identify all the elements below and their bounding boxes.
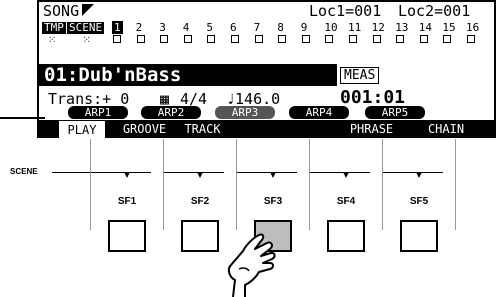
- track-indicator: [349, 35, 357, 43]
- scene-connector: [237, 172, 297, 173]
- tab-groove[interactable]: GROOVE: [116, 120, 173, 138]
- meas-label: MEAS: [340, 67, 380, 84]
- loc1-readout: Loc1=001: [309, 2, 382, 20]
- panel-divider: [455, 139, 456, 230]
- track-number: 12: [371, 21, 385, 34]
- track-indicator: [372, 35, 381, 43]
- scene-label: SCENE: [10, 167, 38, 176]
- track-indicator: [207, 35, 216, 43]
- arp-button[interactable]: ARP5: [365, 106, 425, 119]
- scene-connector: [383, 172, 443, 173]
- track-indicator: [396, 35, 405, 43]
- scene-connector: [310, 172, 370, 173]
- track-number: 4: [182, 21, 190, 34]
- track-indicator: [278, 35, 287, 43]
- panel-divider: [382, 139, 383, 230]
- scene-arrow-icon: [416, 172, 422, 178]
- track-number: 8: [277, 21, 284, 34]
- sf-label: SF1: [117, 196, 137, 207]
- track-indicator: [254, 35, 263, 43]
- panel-divider: [90, 139, 91, 230]
- scene-connector: [91, 172, 151, 173]
- pointing-hand-icon: [227, 233, 276, 297]
- arp-button[interactable]: ARP4: [289, 106, 349, 119]
- track-number: 11: [348, 21, 362, 34]
- song-name[interactable]: 01:Dub'nBass: [44, 64, 181, 86]
- sf-button-sf4[interactable]: [327, 220, 365, 252]
- scene-arrow-icon: [270, 172, 276, 178]
- sf-label: SF3: [263, 196, 283, 207]
- track-indicator: [325, 35, 334, 43]
- tab-play[interactable]: PLAY: [58, 120, 106, 138]
- sf-button-sf5[interactable]: [400, 220, 438, 252]
- track-indicator: [231, 35, 239, 43]
- track-indicator: [467, 35, 475, 43]
- tempo-indicators: ⁙ ⁙: [48, 35, 93, 46]
- scene-connector: [164, 172, 224, 173]
- arp-button[interactable]: ARP3: [215, 106, 275, 119]
- track-number: 14: [418, 21, 433, 34]
- track-strip: 1 2 3 4 5 6 7 8 9 10 11 12 13 14 15 16: [112, 21, 492, 49]
- track-number: 5: [206, 21, 214, 34]
- tempo-tab[interactable]: TMP: [42, 22, 66, 34]
- panel-divider: [309, 139, 310, 230]
- screen-title: SONG: [43, 2, 80, 20]
- track-number: 13: [395, 21, 409, 34]
- track-number: 10: [324, 21, 338, 34]
- sf-button-sf1[interactable]: [108, 220, 146, 252]
- scene-arrow-icon: [197, 172, 203, 178]
- sf-label: SF5: [409, 196, 429, 207]
- arp-button[interactable]: ARP1: [68, 106, 128, 119]
- panel-divider: [163, 139, 164, 230]
- loc2-readout: Loc2=001: [398, 2, 471, 20]
- track-number: 2: [135, 21, 143, 34]
- track-number: 6: [230, 21, 237, 34]
- track-number: 1: [112, 21, 123, 34]
- sf-button-sf2[interactable]: [181, 220, 219, 252]
- scene-arrow-icon: [124, 172, 130, 178]
- scene-tab[interactable]: SCENE: [67, 22, 105, 34]
- title-notch: [82, 4, 94, 16]
- tab-chain[interactable]: CHAIN: [413, 120, 479, 138]
- track-number: 9: [300, 21, 308, 34]
- track-number: 16: [466, 21, 480, 34]
- arp-button[interactable]: ARP2: [141, 106, 201, 119]
- track-number: 7: [253, 21, 261, 34]
- track-indicator: [136, 35, 145, 43]
- tab-track[interactable]: TRACK: [175, 120, 230, 138]
- sf-label: SF2: [190, 196, 210, 207]
- track-indicator: [443, 35, 452, 43]
- scene-arrow-icon: [343, 172, 349, 178]
- track-number: 3: [159, 21, 166, 34]
- track-indicator: [160, 35, 169, 43]
- scene-line: [52, 172, 90, 173]
- track-indicator: [113, 35, 121, 43]
- track-indicator: [183, 35, 192, 43]
- panel-divider: [236, 139, 237, 230]
- track-indicator: [301, 35, 310, 43]
- track-indicator: [419, 35, 428, 43]
- measure-value[interactable]: 001:01: [340, 87, 405, 108]
- track-number: 15: [442, 21, 456, 34]
- sf-label: SF4: [336, 196, 356, 207]
- tab-phrase[interactable]: PHRASE: [336, 120, 407, 138]
